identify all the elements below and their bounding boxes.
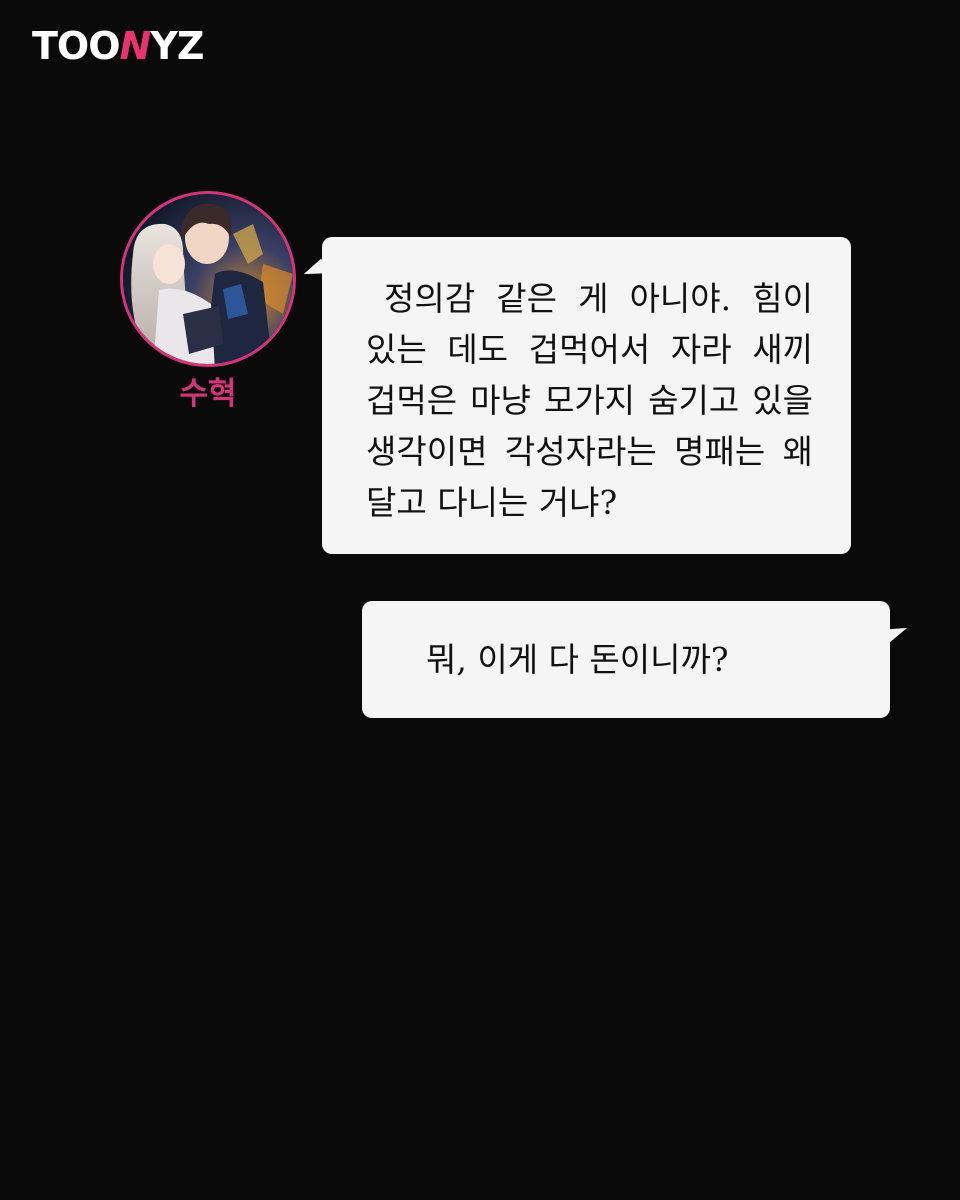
speech-bubble-right: 뭐, 이게 다 돈이니까? <box>362 601 890 718</box>
speaker-name: 수혁 <box>179 376 237 412</box>
logo-text-end: YZ <box>150 24 204 68</box>
speech-bubble-left: 정의감 같은 게 아니야. 힘이 있는 데도 겁먹어서 자라 새끼 겁먹은 마냥… <box>322 237 851 554</box>
speaker-avatar <box>120 191 296 367</box>
message-text: 뭐, 이게 다 돈이니까? <box>426 640 729 679</box>
toonyz-logo[interactable]: TOO N YZ <box>32 24 204 68</box>
character-portrait-icon <box>123 194 293 364</box>
logo-text-accent: N <box>119 24 152 68</box>
logo-text-start: TOO <box>32 24 121 68</box>
message-text: 정의감 같은 게 아니야. 힘이 있는 데도 겁먹어서 자라 새끼 겁먹은 마냥… <box>366 279 813 522</box>
